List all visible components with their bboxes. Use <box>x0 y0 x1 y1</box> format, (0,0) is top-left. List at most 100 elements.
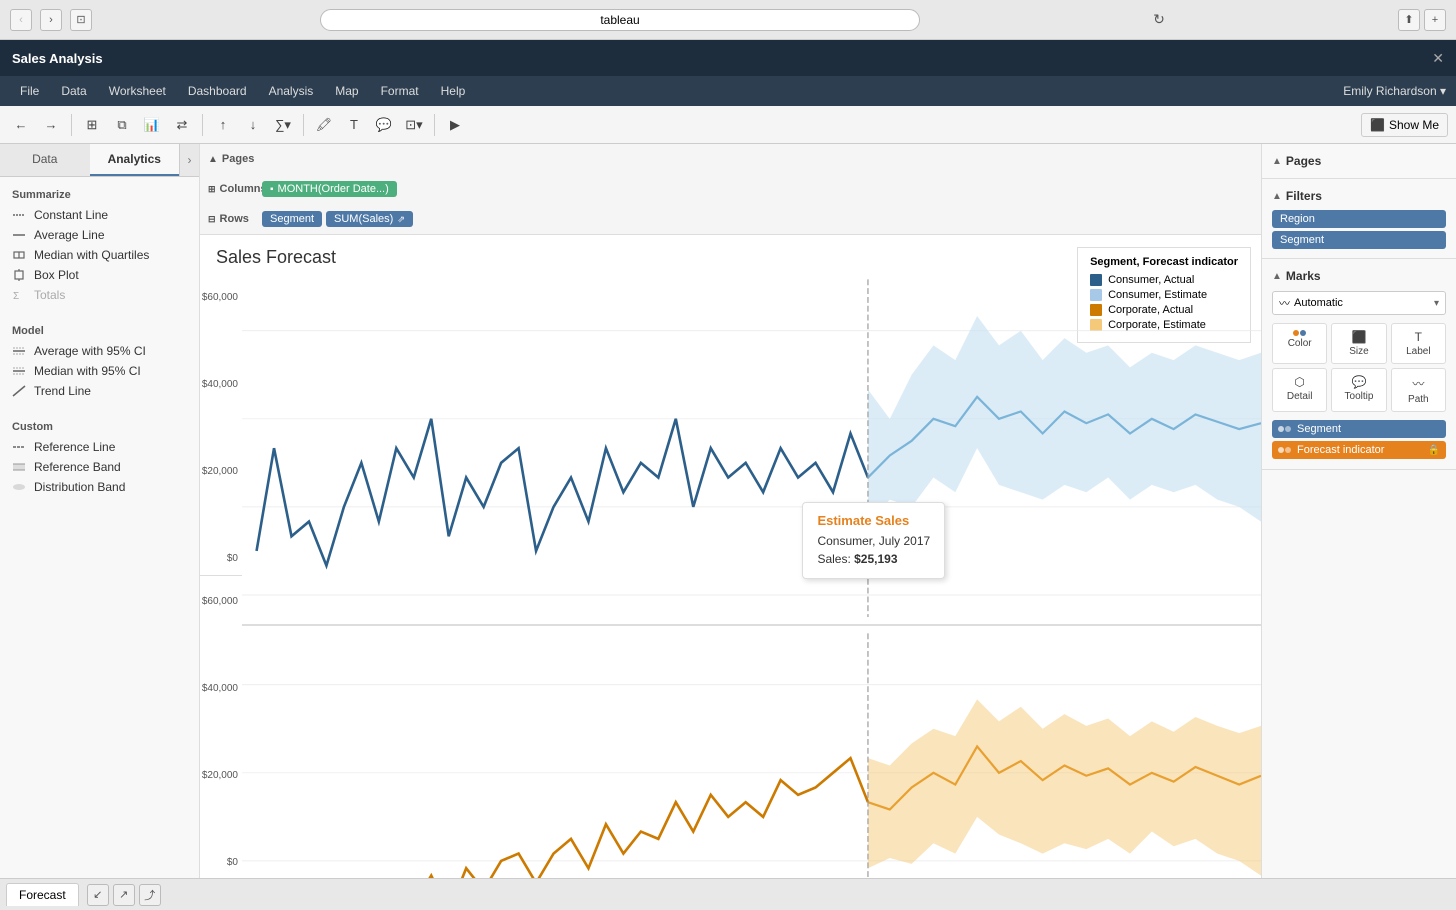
analytics-box-plot[interactable]: Box Plot <box>0 265 199 285</box>
marks-buttons: Color ⬛ Size T Label ⬡ Detail <box>1262 319 1456 416</box>
pages-section: ▲ Pages <box>1262 144 1456 179</box>
pages-section-header[interactable]: ▲ Pages <box>1262 150 1456 172</box>
menu-bar: File Data Worksheet Dashboard Analysis M… <box>0 76 1456 106</box>
share-button[interactable]: ⬆ <box>1398 9 1420 31</box>
avg-95ci-icon <box>12 344 26 358</box>
median-quartiles-icon <box>12 248 26 262</box>
toolbar-sort-asc[interactable]: ↑ <box>210 112 236 138</box>
toolbar-chart-type[interactable]: 📊 <box>139 112 165 138</box>
marks-section: ▲ Marks 〰 Automatic ▾ Color <box>1262 259 1456 470</box>
tab-data[interactable]: Data <box>0 144 90 176</box>
marks-path-btn[interactable]: 〰 Path <box>1391 368 1446 412</box>
menu-help[interactable]: Help <box>431 80 476 102</box>
forecast-sheet-tab[interactable]: Forecast <box>6 883 79 906</box>
columns-row: ⊞ Columns ▪ MONTH(Order Date...) <box>200 174 1261 204</box>
marks-detail-btn[interactable]: ⬡ Detail <box>1272 368 1327 412</box>
right-panel: ▲ Pages ▲ Filters Region Segment ▲ Marks <box>1261 144 1456 878</box>
menu-worksheet[interactable]: Worksheet <box>99 80 176 102</box>
panel-collapse-button[interactable]: › <box>179 144 199 176</box>
marks-label-btn[interactable]: T Label <box>1391 323 1446 364</box>
toolbar-tooltip[interactable]: 💬 <box>371 112 397 138</box>
analytics-reference-line[interactable]: Reference Line <box>0 437 199 457</box>
marks-forecast-pill[interactable]: Forecast indicator 🔒 <box>1272 441 1446 459</box>
analytics-reference-band[interactable]: Reference Band <box>0 457 199 477</box>
toolbar-present[interactable]: ▶ <box>442 112 468 138</box>
menu-data[interactable]: Data <box>51 80 96 102</box>
filters-section-header[interactable]: ▲ Filters <box>1262 185 1456 207</box>
toolbar-aggregate[interactable]: ∑▾ <box>270 112 296 138</box>
toolbar-duplicate[interactable]: ⧉ <box>109 112 135 138</box>
panel-tabs: Data Analytics › <box>0 144 199 177</box>
browser-chrome: ‹ › ⊡ tableau ↻ ⬆ + <box>0 0 1456 40</box>
corporate-chart-svg <box>242 626 1261 878</box>
analytics-distribution-band[interactable]: Distribution Band <box>0 477 199 497</box>
expand-button[interactable]: ⊡ <box>70 9 92 31</box>
show-me-button[interactable]: ⬛ Show Me <box>1361 113 1448 137</box>
center-area: ▲ Pages ⊞ Columns ▪ MONTH(Order Date...) <box>200 144 1261 878</box>
marks-color-btn[interactable]: Color <box>1272 323 1327 364</box>
fore-dot2 <box>1285 447 1291 453</box>
tab-scroll-down[interactable]: ↙ <box>87 884 109 906</box>
analytics-model-section: Model Average with 95% CI Median with 95… <box>0 313 199 409</box>
toolbar-forward[interactable]: → <box>38 112 64 138</box>
color-dot-blue <box>1300 330 1306 336</box>
tab-analytics[interactable]: Analytics <box>90 144 180 176</box>
toolbar-highlight[interactable]: 🖍 <box>311 112 337 138</box>
toolbar-text[interactable]: T <box>341 112 367 138</box>
analytics-median-95ci[interactable]: Median with 95% CI <box>0 361 199 381</box>
analytics-trend-line[interactable]: Trend Line <box>0 381 199 401</box>
user-menu[interactable]: Emily Richardson ▾ <box>1343 84 1446 98</box>
rows-sales-pill[interactable]: SUM(Sales) ⇗ <box>326 211 413 227</box>
filter-region[interactable]: Region <box>1272 210 1446 228</box>
analytics-median-quartiles[interactable]: Median with Quartiles <box>0 245 199 265</box>
toolbar-sep4 <box>434 114 435 136</box>
marks-size-btn[interactable]: ⬛ Size <box>1331 323 1386 364</box>
trend-line-icon <box>12 384 26 398</box>
tab-scroll-up[interactable]: ↗ <box>113 884 135 906</box>
marks-tooltip-btn[interactable]: 💬 Tooltip <box>1331 368 1386 412</box>
menu-map[interactable]: Map <box>325 80 368 102</box>
analytics-average-line[interactable]: Average Line <box>0 225 199 245</box>
box-plot-icon <box>12 268 26 282</box>
marks-type-label: Automatic <box>1294 297 1343 309</box>
menu-dashboard[interactable]: Dashboard <box>178 80 257 102</box>
rows-segment-pill[interactable]: Segment <box>262 211 322 227</box>
toolbar-view[interactable]: ⊡▾ <box>401 112 427 138</box>
seg-dot1 <box>1278 426 1284 432</box>
menu-file[interactable]: File <box>10 80 49 102</box>
menu-format[interactable]: Format <box>371 80 429 102</box>
address-bar[interactable]: tableau <box>320 9 920 31</box>
corporate-chart-panel: Corporate <box>242 625 1261 878</box>
marks-segment-pill[interactable]: Segment <box>1272 420 1446 438</box>
marks-type-dropdown[interactable]: 〰 Automatic ▾ <box>1272 291 1446 315</box>
forward-button[interactable]: › <box>40 9 62 31</box>
close-button[interactable]: ✕ <box>1432 50 1444 67</box>
columns-pill[interactable]: ▪ MONTH(Order Date...) <box>262 181 397 197</box>
color-btn-label: Color <box>1288 338 1312 349</box>
tableau-app: Sales Analysis ✕ File Data Worksheet Das… <box>0 40 1456 910</box>
new-tab-button[interactable]: + <box>1424 9 1446 31</box>
menu-analysis[interactable]: Analysis <box>259 80 324 102</box>
reload-button[interactable]: ↻ <box>1148 9 1170 31</box>
toolbar-new-sheet[interactable]: ⊞ <box>79 112 105 138</box>
marks-arrow: ▲ <box>1272 271 1282 282</box>
rows-label: ⊟ Rows <box>208 213 258 225</box>
pages-arrow: ▲ <box>1272 156 1282 167</box>
fore-dot1 <box>1278 447 1284 453</box>
analytics-constant-line[interactable]: Constant Line <box>0 205 199 225</box>
toolbar-swap[interactable]: ⇄ <box>169 112 195 138</box>
toolbar-sort-desc[interactable]: ↓ <box>240 112 266 138</box>
back-button[interactable]: ‹ <box>10 9 32 31</box>
toolbar-back[interactable]: ← <box>8 112 34 138</box>
marks-dropdown-arrow: ▾ <box>1434 298 1439 309</box>
path-icon: 〰 <box>1412 375 1424 392</box>
pages-label: ▲ Pages <box>208 153 258 165</box>
rows-sales-icon: ⇗ <box>397 214 405 225</box>
tab-add-new[interactable]: ⤴ <box>139 884 161 906</box>
marks-section-header[interactable]: ▲ Marks <box>1262 265 1456 287</box>
filter-segment[interactable]: Segment <box>1272 231 1446 249</box>
average-line-icon <box>12 228 26 242</box>
consumer-chart-panel: Consumer <box>242 272 1261 625</box>
median-95ci-icon <box>12 364 26 378</box>
analytics-avg-95ci[interactable]: Average with 95% CI <box>0 341 199 361</box>
